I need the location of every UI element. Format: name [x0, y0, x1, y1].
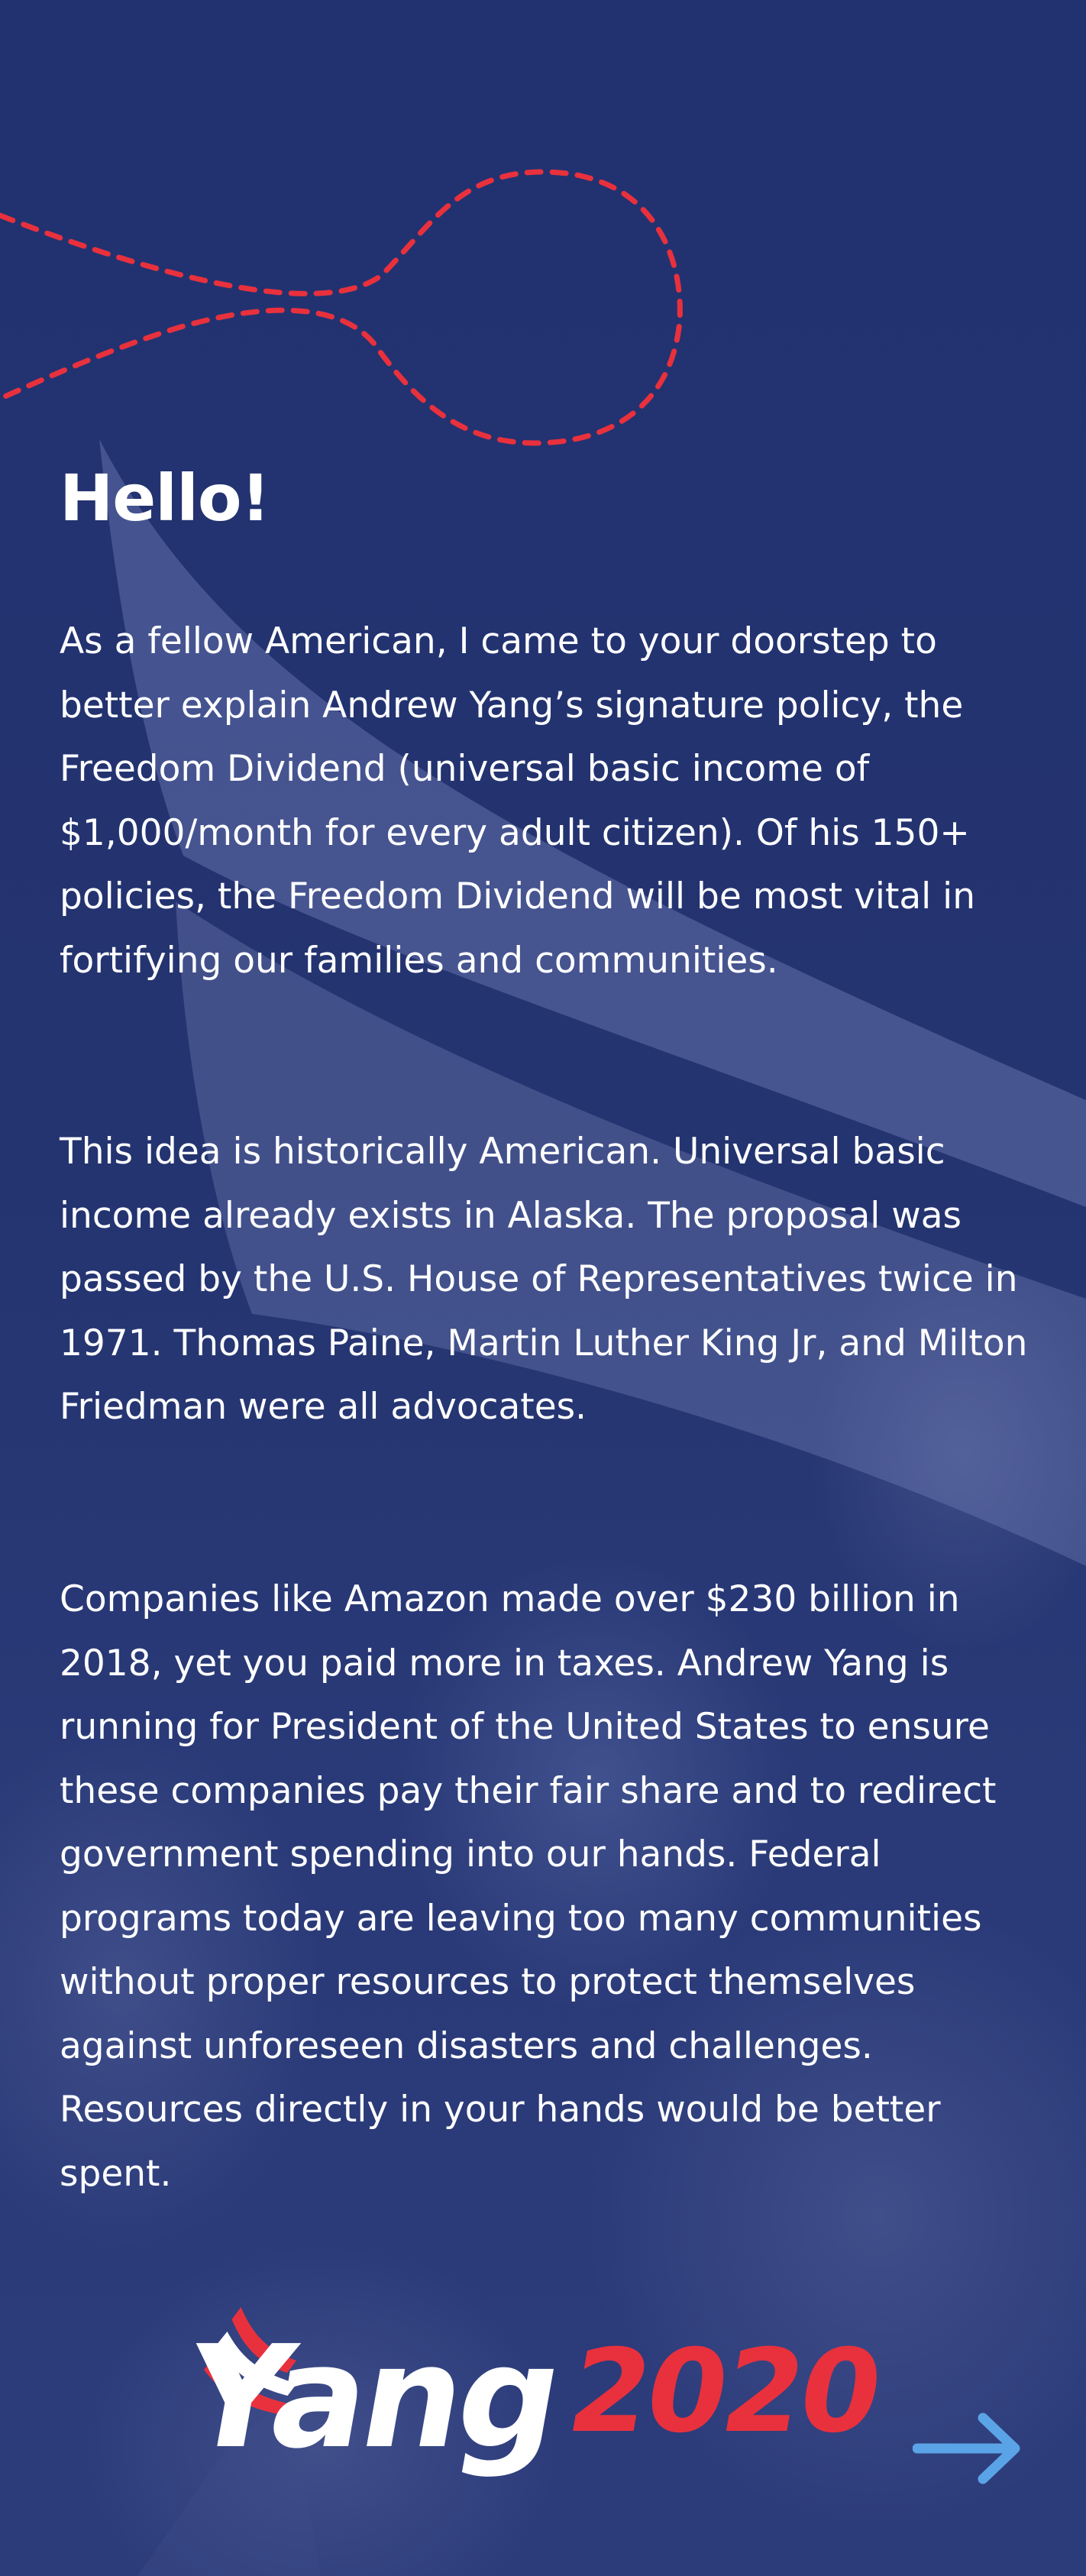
yang-2020-logo: Yang 2020 [191, 2307, 889, 2480]
intro-paragraph: As a fellow American, I came to your doo… [60, 620, 976, 982]
companies-paragraph: Companies like Amazon made over $230 bil… [60, 1578, 997, 2195]
logo-name: Yang [191, 2315, 570, 2479]
dashed-loop-icon [0, 169, 683, 446]
page: Hello! As a fellow American, I came to y… [0, 0, 1086, 2576]
logo-year: 2020 [559, 2325, 889, 2458]
page-title: Hello! [60, 461, 270, 536]
history-paragraph: This idea is historically American. Univ… [60, 1131, 1028, 1428]
arrow-right-icon[interactable] [913, 2410, 1024, 2487]
